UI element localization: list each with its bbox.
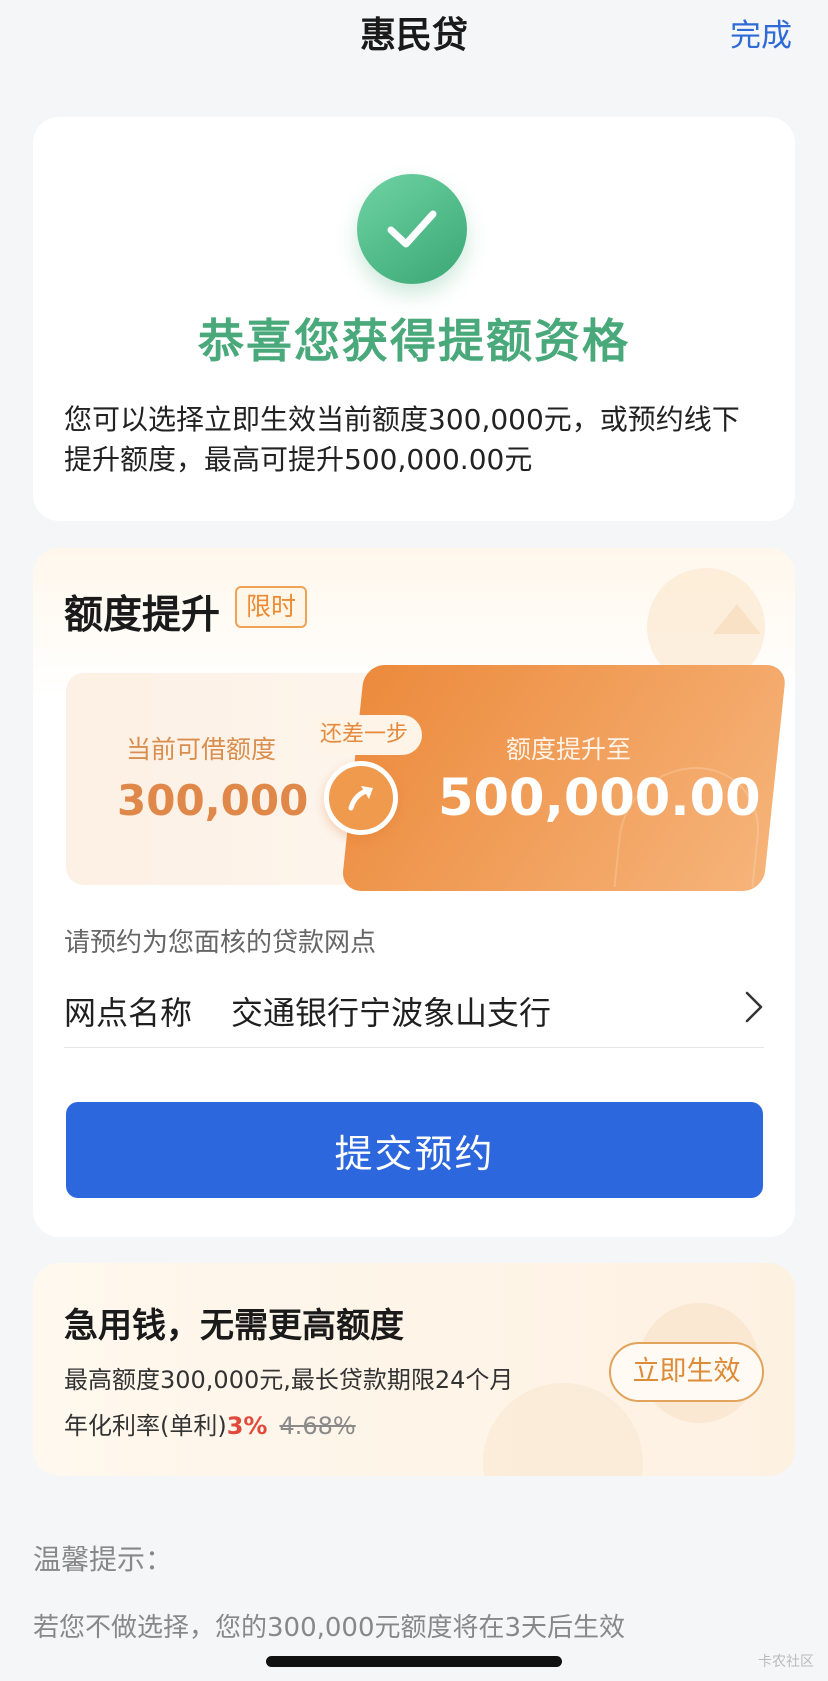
current-limit-value: 300,000 (117, 776, 309, 825)
success-title: 恭喜您获得提额资格 (198, 314, 630, 368)
section-title: 额度提升 (64, 593, 221, 638)
done-button[interactable]: 完成 (730, 10, 792, 55)
branch-label: 网点名称 (64, 994, 193, 1032)
watermark: 卡农社区 (758, 1654, 814, 1670)
urgent-title: 急用钱，无需更高额度 (64, 1306, 404, 1346)
interest-rate-row: 年化利率(单利)3% 4.68% (64, 1406, 356, 1441)
limited-time-badge: 限时 (235, 586, 308, 628)
original-rate: 4.68% (279, 1412, 356, 1440)
page-title: 惠民贷 (359, 15, 468, 56)
tips-text: 若您不做选择，您的300,000元额度将在3天后生效 (33, 1613, 626, 1643)
tips-title: 温馨提示： (33, 1543, 174, 1576)
activate-now-button[interactable]: 立即生效 (609, 1342, 764, 1402)
branch-value: 交通银行宁波象山支行 (231, 994, 552, 1032)
success-card: 恭喜您获得提额资格 您可以选择立即生效当前额度300,000元，或预约线下提升额… (33, 117, 795, 521)
instant-activation-card: 急用钱，无需更高额度 最高额度300,000元,最长贷款期限24个月 年化利率(… (33, 1263, 795, 1476)
limit-raise-card: 额度提升 限时 当前可借额度 300,000 额度提升至 500,000.00 … (33, 548, 795, 1237)
one-step-away-tag: 还差一步 (306, 715, 423, 755)
chevron-right-icon (744, 990, 764, 1028)
upgraded-limit-label: 额度提升至 (506, 735, 632, 764)
upgraded-limit-value: 500,000.00 (438, 769, 761, 828)
success-description: 您可以选择立即生效当前额度300,000元，或预约线下提升额度，最高可提升500… (64, 403, 740, 476)
arrow-up-icon (324, 761, 398, 835)
nav-header: 惠民贷 完成 (0, 0, 828, 70)
branch-selector[interactable]: 网点名称 交通银行宁波象山支行 (64, 968, 764, 1048)
current-limit-label: 当前可借额度 (126, 735, 277, 764)
rate-label: 年化利率(单利) (64, 1412, 227, 1440)
coin-decoration-icon (483, 1383, 643, 1476)
current-rate: 3% (226, 1412, 268, 1440)
reserve-hint: 请预约为您面核的贷款网点 (64, 928, 377, 958)
check-icon (357, 174, 467, 284)
home-indicator[interactable] (266, 1656, 562, 1667)
submit-reservation-button[interactable]: 提交预约 (66, 1102, 763, 1198)
up-arrow-decoration-icon (713, 604, 761, 634)
limit-comparison: 当前可借额度 300,000 额度提升至 500,000.00 还差一步 (66, 665, 787, 891)
limit-term-info: 最高额度300,000元,最长贷款期限24个月 (64, 1366, 514, 1394)
